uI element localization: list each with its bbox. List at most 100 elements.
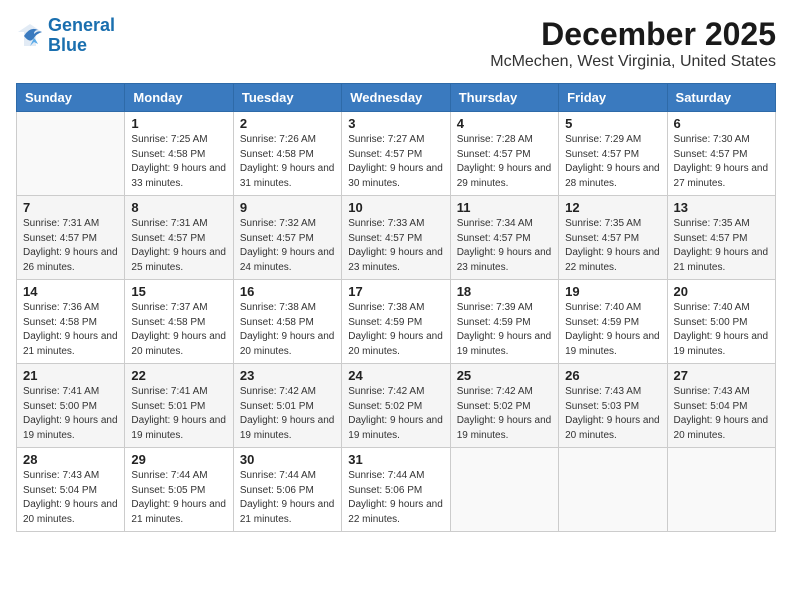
day-number: 27 [674, 368, 769, 383]
calendar-cell: 9 Sunrise: 7:32 AMSunset: 4:57 PMDaylight… [233, 196, 341, 280]
day-number: 17 [348, 284, 443, 299]
calendar-day-header: Wednesday [342, 84, 450, 112]
day-info: Sunrise: 7:34 AMSunset: 4:57 PMDaylight:… [457, 217, 552, 275]
day-info: Sunrise: 7:38 AMSunset: 4:59 PMDaylight:… [348, 301, 443, 359]
calendar-cell: 17 Sunrise: 7:38 AMSunset: 4:59 PMDayligh… [342, 280, 450, 364]
day-number: 25 [457, 368, 552, 383]
calendar-cell: 30 Sunrise: 7:44 AMSunset: 5:06 PMDayligh… [233, 448, 341, 532]
day-number: 8 [131, 200, 226, 215]
calendar-cell: 1 Sunrise: 7:25 AMSunset: 4:58 PMDaylight… [125, 112, 233, 196]
day-number: 4 [457, 116, 552, 131]
day-number: 11 [457, 200, 552, 215]
day-number: 1 [131, 116, 226, 131]
day-info: Sunrise: 7:27 AMSunset: 4:57 PMDaylight:… [348, 133, 443, 191]
day-info: Sunrise: 7:42 AMSunset: 5:01 PMDaylight:… [240, 385, 335, 443]
day-number: 12 [565, 200, 660, 215]
calendar-cell: 23Sunrise: 7:42 AMSunset: 5:01 PMDayligh… [233, 364, 341, 448]
calendar-title: December 2025 [490, 16, 776, 53]
day-info: Sunrise: 7:40 AMSunset: 5:00 PMDaylight:… [674, 301, 769, 359]
day-number: 16 [240, 284, 335, 299]
calendar-subtitle: McMechen, West Virginia, United States [490, 53, 776, 71]
calendar-cell: 31 Sunrise: 7:44 AMSunset: 5:06 PMDayligh… [342, 448, 450, 532]
day-info: Sunrise: 7:41 AMSunset: 5:00 PMDaylight:… [23, 385, 118, 443]
calendar-cell: 10Sunrise: 7:33 AMSunset: 4:57 PMDayligh… [342, 196, 450, 280]
calendar-day-header: Friday [559, 84, 667, 112]
calendar-cell: 7 Sunrise: 7:31 AMSunset: 4:57 PMDaylight… [17, 196, 125, 280]
calendar-cell: 27 Sunrise: 7:43 AMSunset: 5:04 PMDayligh… [667, 364, 775, 448]
logo: General Blue [16, 16, 115, 56]
day-info: Sunrise: 7:37 AMSunset: 4:58 PMDaylight:… [131, 301, 226, 359]
calendar-day-header: Saturday [667, 84, 775, 112]
calendar-cell: 5 Sunrise: 7:29 AMSunset: 4:57 PMDaylight… [559, 112, 667, 196]
day-number: 13 [674, 200, 769, 215]
calendar-cell: 12 Sunrise: 7:35 AMSunset: 4:57 PMDayligh… [559, 196, 667, 280]
calendar-cell: 15Sunrise: 7:37 AMSunset: 4:58 PMDayligh… [125, 280, 233, 364]
calendar-cell: 13 Sunrise: 7:35 AMSunset: 4:57 PMDayligh… [667, 196, 775, 280]
day-info: Sunrise: 7:31 AMSunset: 4:57 PMDaylight:… [131, 217, 226, 275]
day-number: 28 [23, 452, 118, 467]
calendar-cell: 14Sunrise: 7:36 AMSunset: 4:58 PMDayligh… [17, 280, 125, 364]
calendar-table: SundayMondayTuesdayWednesdayThursdayFrid… [16, 83, 776, 532]
calendar-cell [667, 448, 775, 532]
calendar-cell [450, 448, 558, 532]
calendar-cell: 6 Sunrise: 7:30 AMSunset: 4:57 PMDaylight… [667, 112, 775, 196]
logo-text: General Blue [48, 16, 115, 56]
calendar-cell: 21 Sunrise: 7:41 AMSunset: 5:00 PMDayligh… [17, 364, 125, 448]
calendar-week-row: 7 Sunrise: 7:31 AMSunset: 4:57 PMDaylight… [17, 196, 776, 280]
calendar-cell: 22 Sunrise: 7:41 AMSunset: 5:01 PMDayligh… [125, 364, 233, 448]
day-info: Sunrise: 7:44 AMSunset: 5:06 PMDaylight:… [348, 469, 443, 527]
day-info: Sunrise: 7:29 AMSunset: 4:57 PMDaylight:… [565, 133, 660, 191]
calendar-cell: 3 Sunrise: 7:27 AMSunset: 4:57 PMDaylight… [342, 112, 450, 196]
day-info: Sunrise: 7:42 AMSunset: 5:02 PMDaylight:… [457, 385, 552, 443]
calendar-header-row: SundayMondayTuesdayWednesdayThursdayFrid… [17, 84, 776, 112]
day-number: 31 [348, 452, 443, 467]
day-info: Sunrise: 7:42 AMSunset: 5:02 PMDaylight:… [348, 385, 443, 443]
day-number: 5 [565, 116, 660, 131]
day-number: 3 [348, 116, 443, 131]
day-number: 7 [23, 200, 118, 215]
day-info: Sunrise: 7:44 AMSunset: 5:05 PMDaylight:… [131, 469, 226, 527]
day-number: 9 [240, 200, 335, 215]
page-header: General Blue December 2025 McMechen, Wes… [16, 16, 776, 71]
day-info: Sunrise: 7:32 AMSunset: 4:57 PMDaylight:… [240, 217, 335, 275]
calendar-cell [17, 112, 125, 196]
day-info: Sunrise: 7:25 AMSunset: 4:58 PMDaylight:… [131, 133, 226, 191]
day-info: Sunrise: 7:35 AMSunset: 4:57 PMDaylight:… [674, 217, 769, 275]
calendar-cell: 28 Sunrise: 7:43 AMSunset: 5:04 PMDayligh… [17, 448, 125, 532]
calendar-week-row: 21 Sunrise: 7:41 AMSunset: 5:00 PMDayligh… [17, 364, 776, 448]
calendar-cell: 24 Sunrise: 7:42 AMSunset: 5:02 PMDayligh… [342, 364, 450, 448]
day-number: 2 [240, 116, 335, 131]
calendar-cell [559, 448, 667, 532]
day-number: 18 [457, 284, 552, 299]
calendar-cell: 25 Sunrise: 7:42 AMSunset: 5:02 PMDayligh… [450, 364, 558, 448]
day-number: 30 [240, 452, 335, 467]
day-info: Sunrise: 7:38 AMSunset: 4:58 PMDaylight:… [240, 301, 335, 359]
day-info: Sunrise: 7:35 AMSunset: 4:57 PMDaylight:… [565, 217, 660, 275]
day-info: Sunrise: 7:43 AMSunset: 5:04 PMDaylight:… [674, 385, 769, 443]
calendar-cell: 20 Sunrise: 7:40 AMSunset: 5:00 PMDayligh… [667, 280, 775, 364]
day-number: 26 [565, 368, 660, 383]
day-number: 21 [23, 368, 118, 383]
day-info: Sunrise: 7:44 AMSunset: 5:06 PMDaylight:… [240, 469, 335, 527]
day-info: Sunrise: 7:43 AMSunset: 5:03 PMDaylight:… [565, 385, 660, 443]
calendar-cell: 4 Sunrise: 7:28 AMSunset: 4:57 PMDaylight… [450, 112, 558, 196]
calendar-week-row: 14Sunrise: 7:36 AMSunset: 4:58 PMDayligh… [17, 280, 776, 364]
day-info: Sunrise: 7:41 AMSunset: 5:01 PMDaylight:… [131, 385, 226, 443]
day-info: Sunrise: 7:28 AMSunset: 4:57 PMDaylight:… [457, 133, 552, 191]
day-number: 10 [348, 200, 443, 215]
day-info: Sunrise: 7:26 AMSunset: 4:58 PMDaylight:… [240, 133, 335, 191]
day-info: Sunrise: 7:31 AMSunset: 4:57 PMDaylight:… [23, 217, 118, 275]
day-number: 24 [348, 368, 443, 383]
calendar-cell: 11 Sunrise: 7:34 AMSunset: 4:57 PMDayligh… [450, 196, 558, 280]
calendar-cell: 26 Sunrise: 7:43 AMSunset: 5:03 PMDayligh… [559, 364, 667, 448]
calendar-day-header: Tuesday [233, 84, 341, 112]
logo-icon [16, 22, 44, 50]
calendar-day-header: Sunday [17, 84, 125, 112]
day-number: 20 [674, 284, 769, 299]
day-info: Sunrise: 7:30 AMSunset: 4:57 PMDaylight:… [674, 133, 769, 191]
day-info: Sunrise: 7:43 AMSunset: 5:04 PMDaylight:… [23, 469, 118, 527]
calendar-cell: 29Sunrise: 7:44 AMSunset: 5:05 PMDayligh… [125, 448, 233, 532]
day-number: 6 [674, 116, 769, 131]
calendar-cell: 16 Sunrise: 7:38 AMSunset: 4:58 PMDayligh… [233, 280, 341, 364]
day-number: 22 [131, 368, 226, 383]
